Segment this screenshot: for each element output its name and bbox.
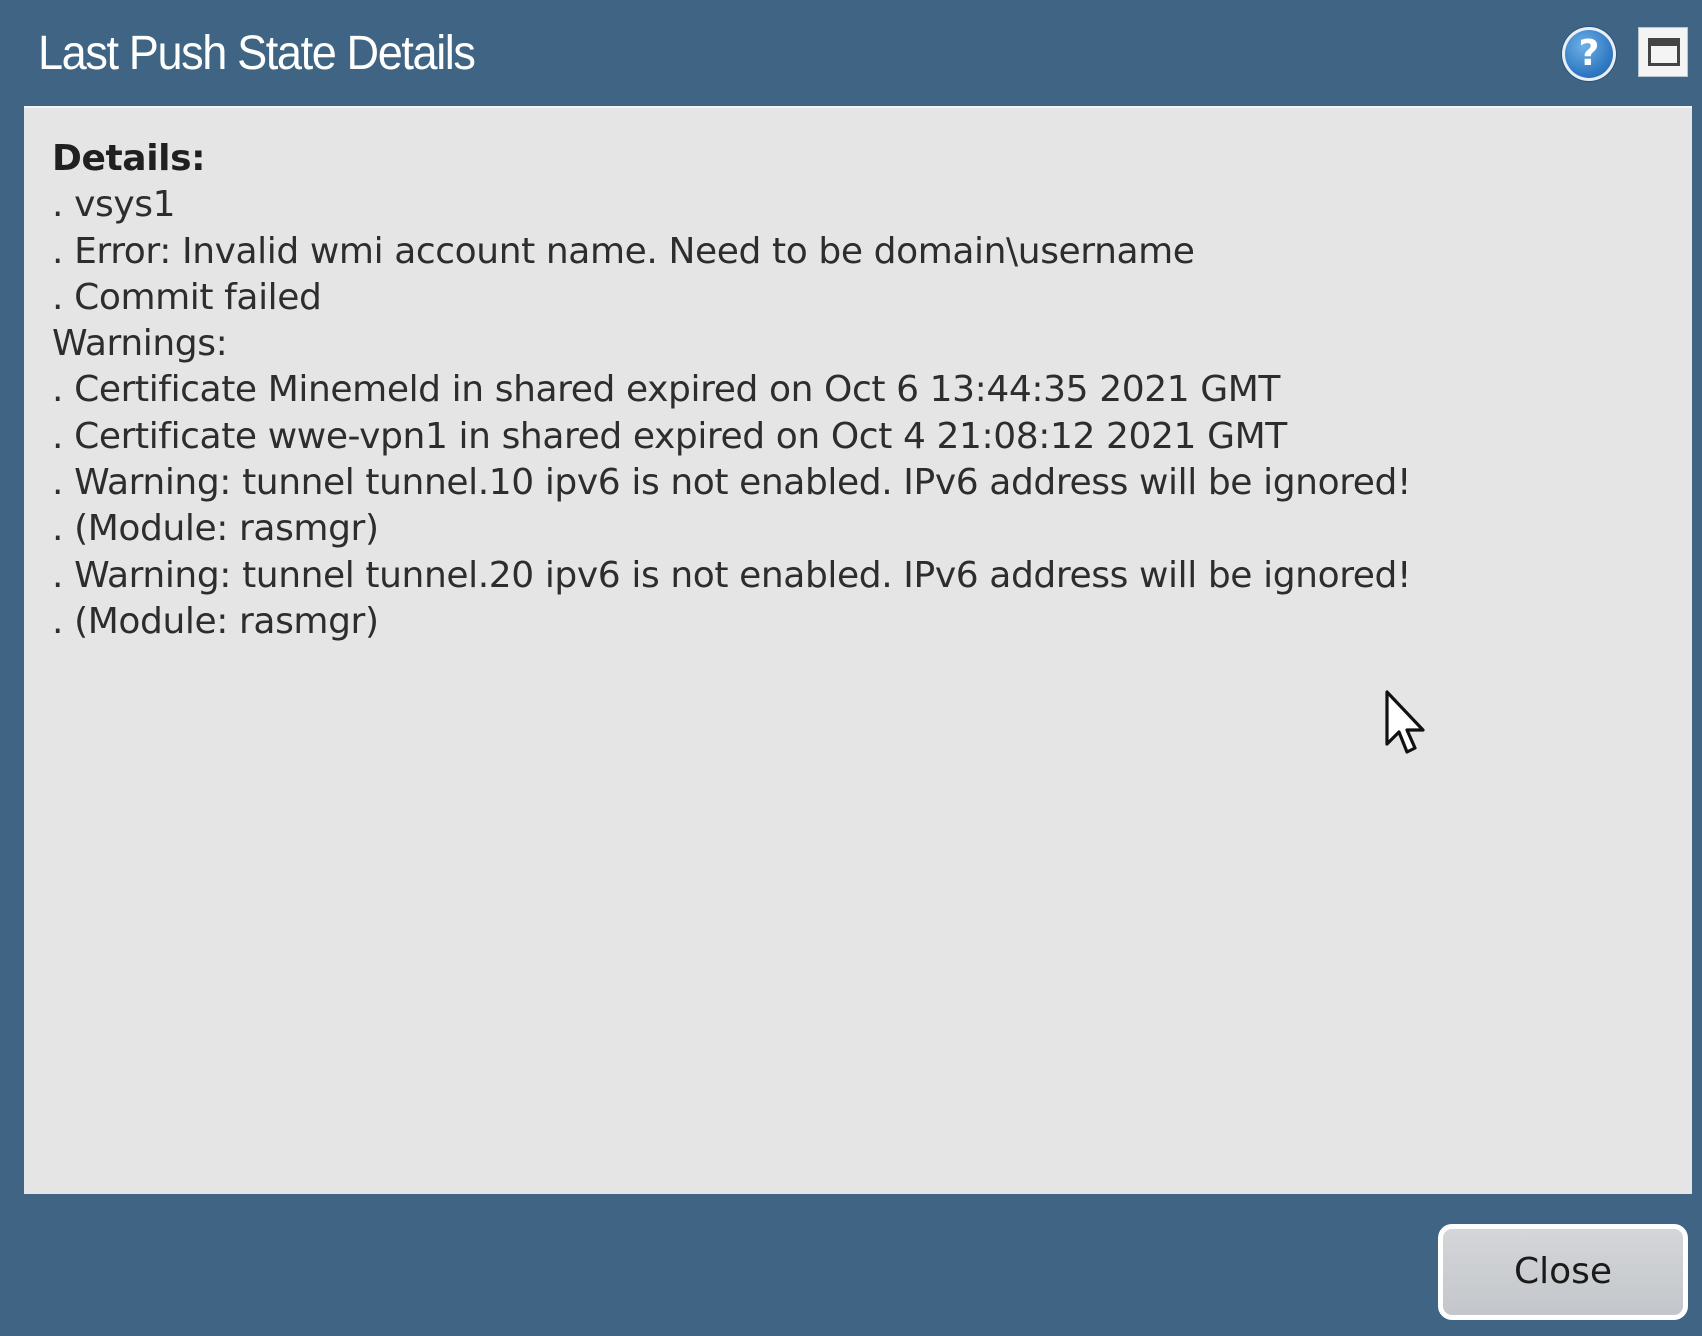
details-text: Details: . vsys1 . Error: Invalid wmi ac…: [52, 136, 1672, 645]
detail-line: . vsys1: [52, 184, 176, 226]
dialog-title: Last Push State Details: [38, 27, 476, 80]
warnings-heading: Warnings:: [52, 323, 228, 365]
detail-line: . Certificate wwe-vpn1 in shared expired…: [52, 415, 1287, 457]
close-button[interactable]: Close: [1438, 1224, 1688, 1320]
detail-line: . (Module: rasmgr): [52, 508, 379, 550]
detail-line: . Commit failed: [52, 276, 322, 318]
detail-line: . Warning: tunnel tunnel.10 ipv6 is not …: [52, 462, 1412, 504]
details-panel: Details: . vsys1 . Error: Invalid wmi ac…: [24, 106, 1692, 1194]
detail-line: . (Module: rasmgr): [52, 600, 379, 642]
maximize-icon[interactable]: [1638, 27, 1688, 77]
details-heading: Details:: [52, 138, 206, 179]
detail-line: . Warning: tunnel tunnel.20 ipv6 is not …: [52, 554, 1412, 596]
last-push-state-dialog: Last Push State Details ? Details: . vsy…: [0, 0, 1702, 1336]
detail-line: . Certificate Minemeld in shared expired…: [52, 369, 1280, 411]
detail-line: . Error: Invalid wmi account name. Need …: [52, 230, 1195, 272]
mouse-pointer-icon: [1385, 690, 1425, 754]
help-icon[interactable]: ?: [1562, 27, 1616, 81]
maximize-icon-glyph: [1648, 38, 1680, 66]
dialog-title-bar[interactable]: Last Push State Details ?: [0, 0, 1702, 106]
